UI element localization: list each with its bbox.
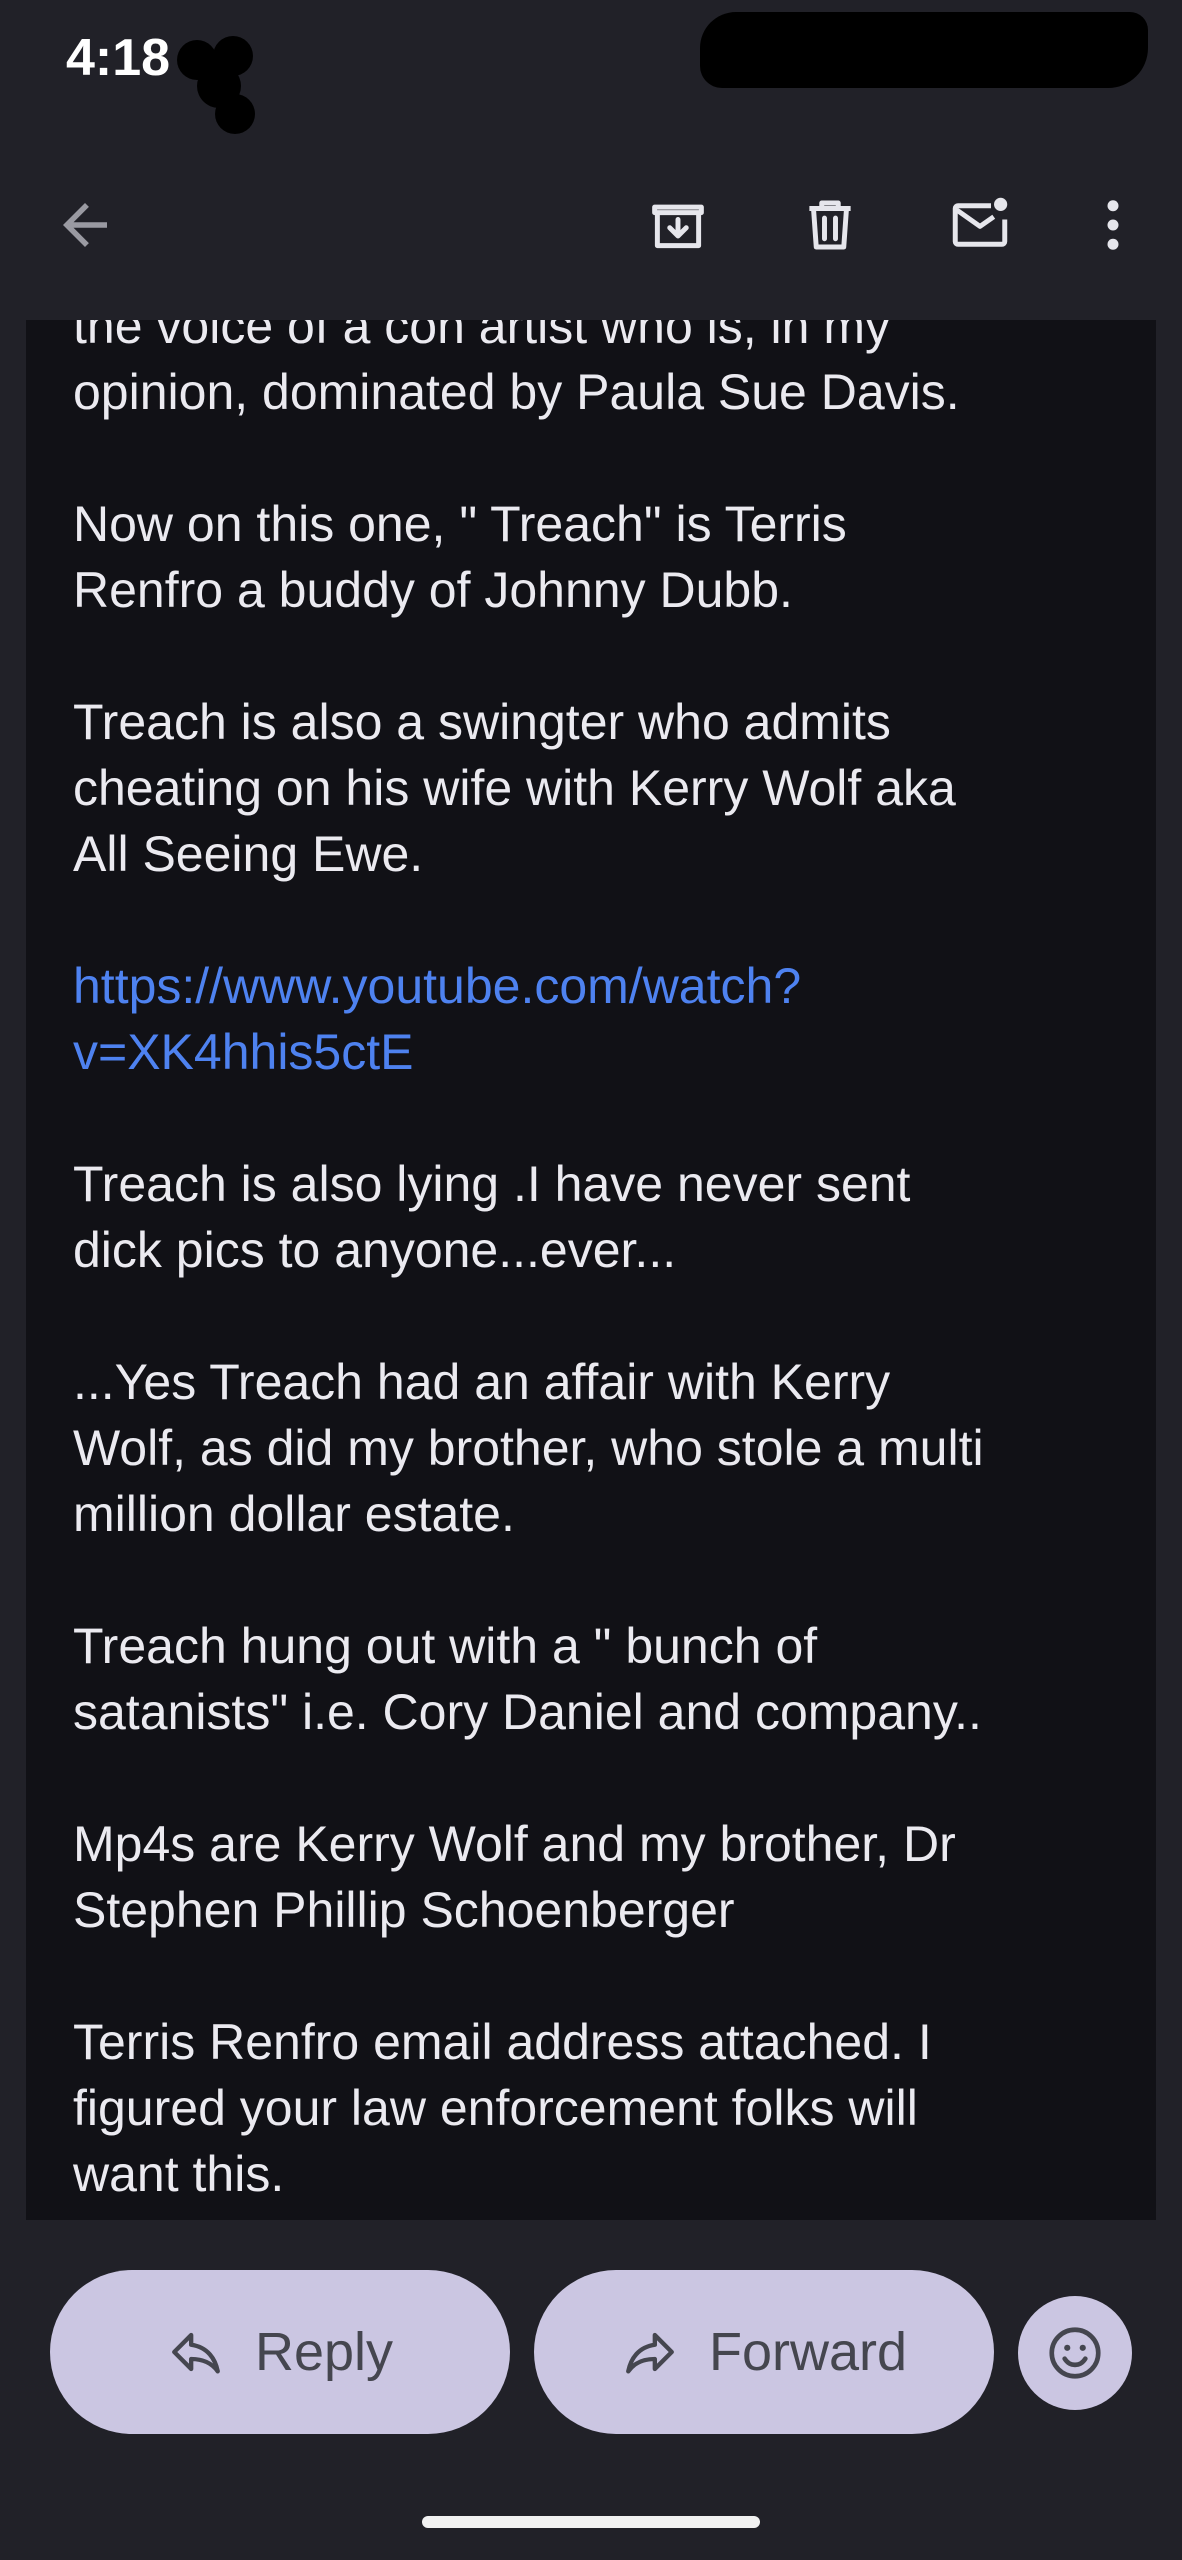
archive-button[interactable] [633,180,723,270]
message-paragraph: Treach hung out with a " bunch of satani… [73,1618,982,1740]
trash-icon [809,200,851,250]
archive-icon [652,204,704,249]
redaction-mark-left [177,36,255,134]
emoji-reaction-button[interactable] [1018,2296,1132,2410]
emoji-smile-icon [1049,2327,1101,2379]
forward-label: Forward [708,2322,908,2382]
reply-label: Reply [254,2322,394,2382]
mark-unread-icon [952,197,1008,247]
message-link[interactable]: https://www.youtube.com/watch? v=XK4hhis… [73,953,1133,1085]
message-paragraph: Treach is also a swingter who admits che… [73,694,956,882]
forward-button[interactable]: Forward [534,2270,994,2434]
status-bar: 4:18 [0,0,1182,134]
back-arrow-icon [63,203,107,247]
message-paragraph: ...Yes Treach had an affair with Kerry W… [73,1354,984,1542]
message-paragraph: the voice of a con artist who is, in my … [73,320,960,420]
back-button[interactable] [40,180,130,270]
message-paragraph: Mp4s are Kerry Wolf and my brother, Dr S… [73,1816,956,1938]
home-indicator[interactable] [422,2516,760,2528]
delete-button[interactable] [785,180,875,270]
message-toolbar [0,150,1182,290]
message-body: the voice of a con artist who is, in my … [26,320,1156,2220]
message-paragraph: Now on this one, " Treach" is Terris Ren… [73,496,847,618]
reply-button[interactable]: Reply [50,2270,510,2434]
more-vert-icon [1107,200,1119,250]
mark-unread-button[interactable] [935,180,1025,270]
message-paragraph: Treach is also lying .I have never sent … [73,1156,911,1278]
more-options-button[interactable] [1068,180,1158,270]
message-text: the voice of a con artist who is, in my … [73,320,1133,2220]
forward-icon [626,2332,674,2374]
reply-icon [172,2332,220,2374]
redaction-mark-right [700,12,1148,88]
message-paragraph: Terris Renfro email address attached. I … [73,2014,932,2202]
status-time: 4:18 [66,29,171,87]
